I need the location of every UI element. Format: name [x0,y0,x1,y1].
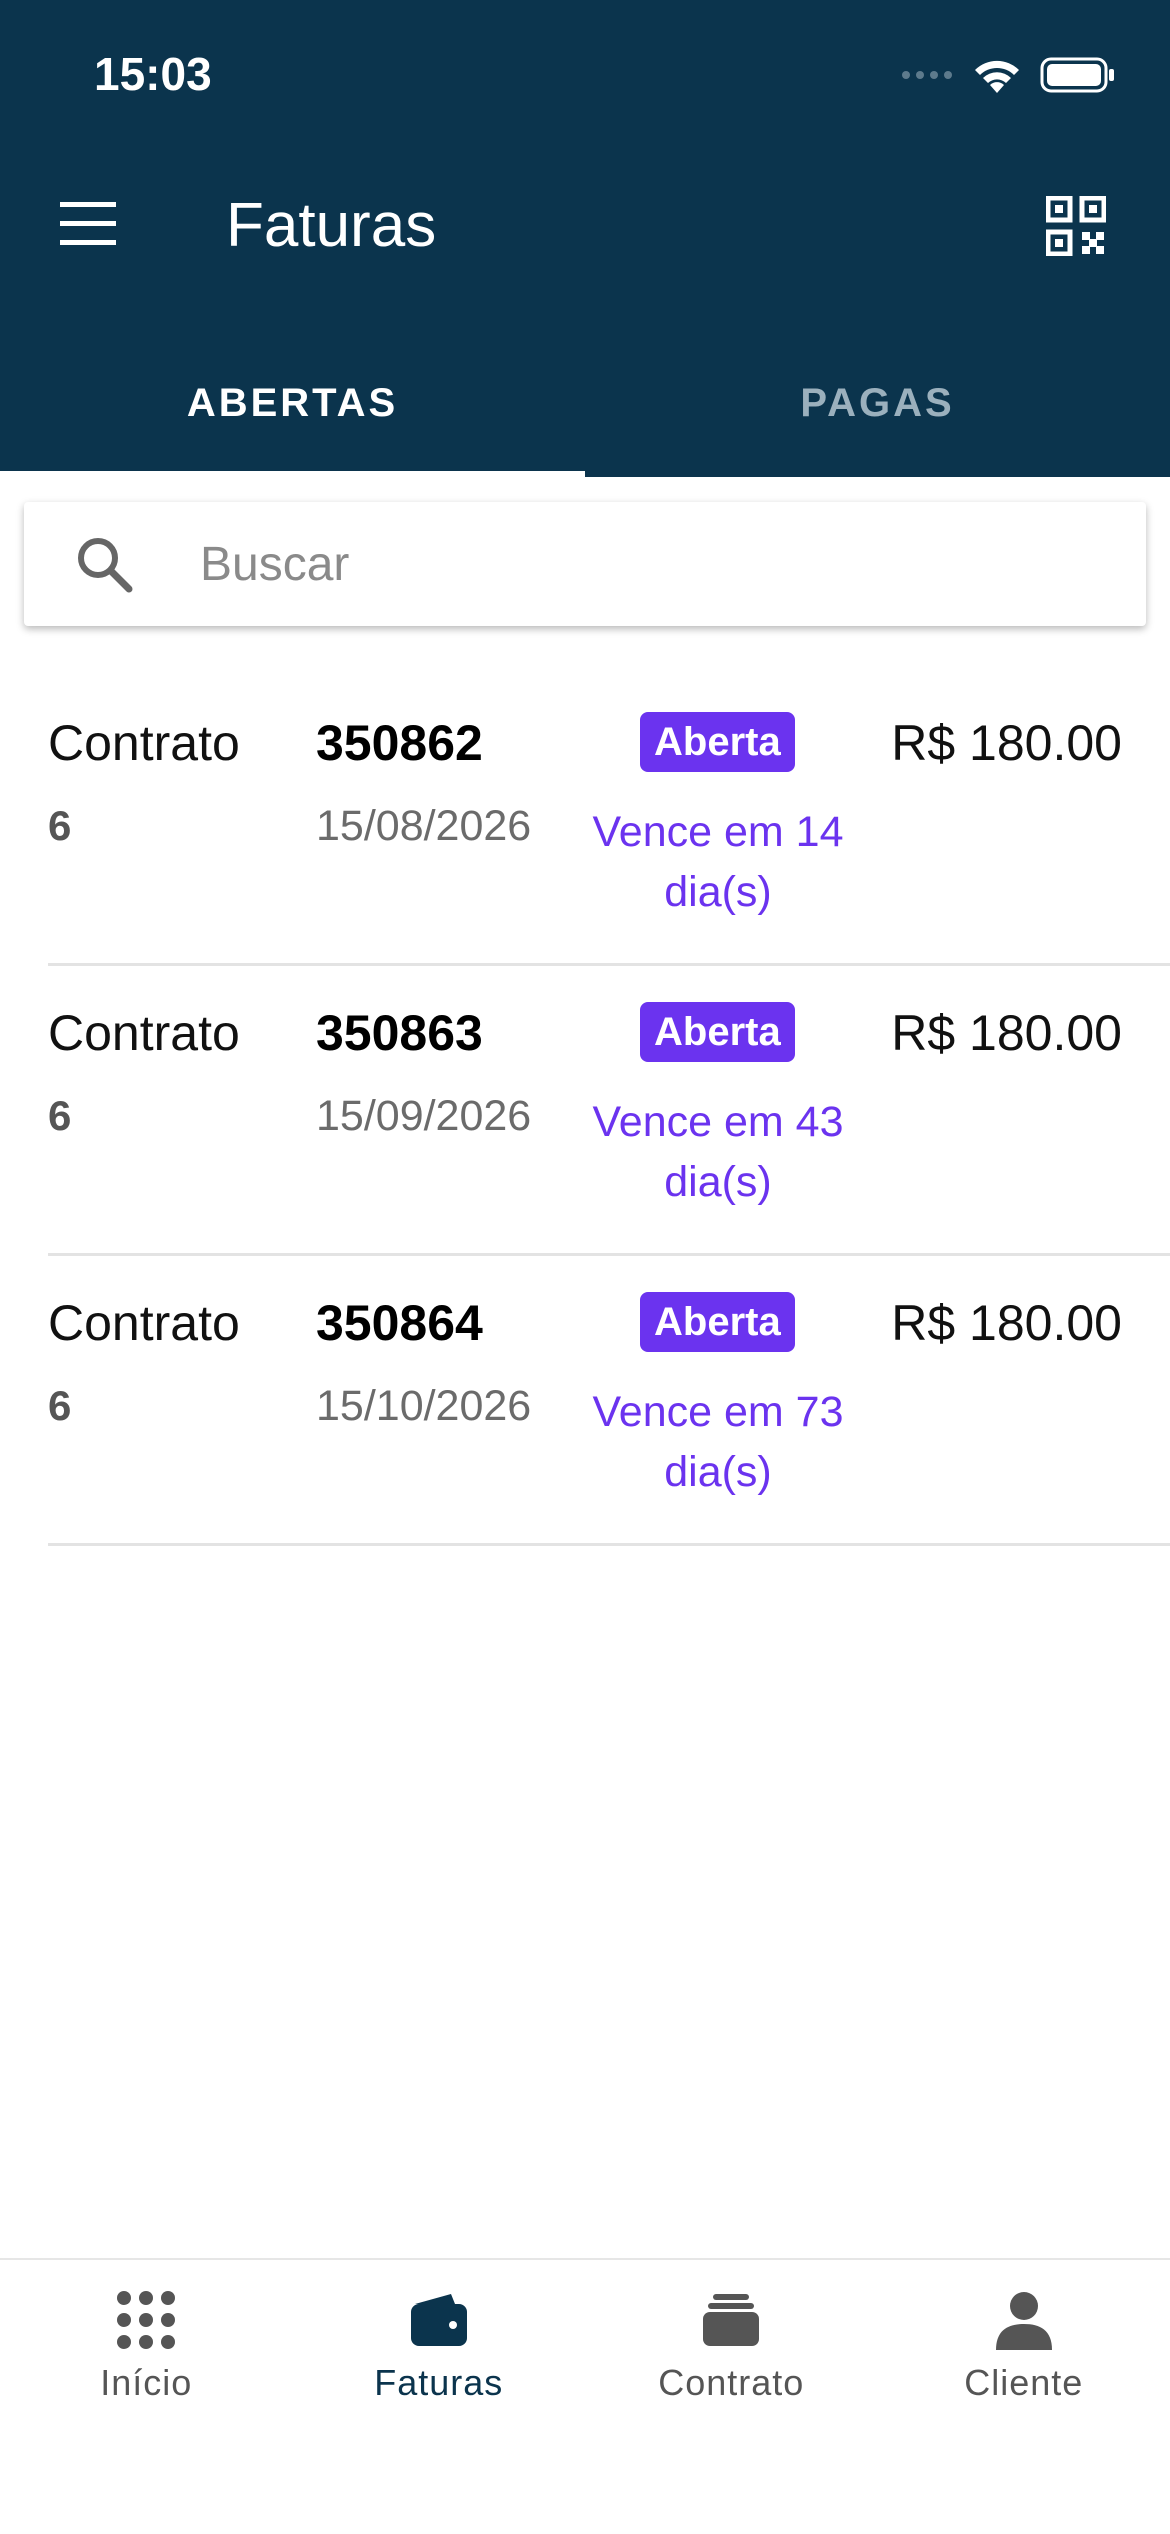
wifi-icon [972,55,1022,95]
invoice-list: Contrato 6 350862 15/08/2026 Aberta Venc… [0,676,1170,1546]
due-countdown: Vence em 73 dia(s) [570,1382,866,1502]
nav-item-faturas[interactable]: Faturas [293,2260,586,2534]
due-countdown-line2: dia(s) [570,1152,866,1212]
contract-label: Contrato [48,1294,240,1352]
due-countdown-line1: Vence em 14 [570,802,866,862]
stack-icon [699,2288,763,2352]
due-countdown-line1: Vence em 43 [570,1092,866,1152]
invoice-due-date: 15/08/2026 [316,802,531,851]
search-icon [74,534,134,594]
invoice-id: 350863 [316,1004,483,1062]
nav-label-cliente: Cliente [964,2362,1083,2404]
due-countdown: Vence em 43 dia(s) [570,1092,866,1212]
tab-pagas[interactable]: PAGAS [585,340,1170,477]
invoice-id: 350864 [316,1294,483,1352]
bottom-navigation: Início Faturas Contrato Cliente [0,2258,1170,2534]
row-divider [48,1543,1170,1546]
tab-pagas-label: PAGAS [800,381,954,426]
qr-code-icon[interactable] [1046,196,1106,256]
contract-number: 6 [48,1382,71,1430]
search-input[interactable] [198,523,1102,605]
person-icon [992,2288,1056,2352]
nav-label-inicio: Início [100,2362,192,2404]
invoice-amount: R$ 180.00 [891,1004,1122,1062]
status-indicators [900,52,1116,98]
nav-label-faturas: Faturas [374,2362,503,2404]
invoice-due-date: 15/09/2026 [316,1092,531,1141]
due-countdown-line1: Vence em 73 [570,1382,866,1442]
status-time: 15:03 [94,46,212,102]
invoice-row[interactable]: Contrato 6 350862 15/08/2026 Aberta Venc… [0,676,1170,966]
invoice-id: 350862 [316,714,483,772]
invoice-row[interactable]: Contrato 6 350864 15/10/2026 Aberta Venc… [0,1256,1170,1546]
status-badge: Aberta [640,1002,795,1062]
invoice-amount: R$ 180.00 [891,714,1122,772]
tab-abertas-label: ABERTAS [187,381,398,426]
invoice-amount: R$ 180.00 [891,1294,1122,1352]
status-badge: Aberta [640,712,795,772]
battery-icon [1040,55,1116,95]
nav-label-contrato: Contrato [658,2362,804,2404]
nav-item-cliente[interactable]: Cliente [878,2260,1170,2534]
nav-item-inicio[interactable]: Início [0,2260,293,2534]
wallet-icon [407,2288,471,2352]
due-countdown-line2: dia(s) [570,862,866,922]
invoice-due-date: 15/10/2026 [316,1382,531,1431]
due-countdown: Vence em 14 dia(s) [570,802,866,922]
hamburger-menu-icon[interactable] [56,196,122,252]
active-tab-indicator [0,471,585,477]
nav-item-contrato[interactable]: Contrato [585,2260,878,2534]
invoice-row[interactable]: Contrato 6 350863 15/09/2026 Aberta Venc… [0,966,1170,1256]
grid-dots-icon [114,2288,178,2352]
page-title: Faturas [226,190,436,262]
tab-abertas[interactable]: ABERTAS [0,340,585,477]
signal-icon [900,68,954,82]
status-badge: Aberta [640,1292,795,1352]
due-countdown-line2: dia(s) [570,1442,866,1502]
contract-number: 6 [48,1092,71,1140]
search-bar [24,502,1146,626]
invoice-tabs: ABERTAS PAGAS [0,340,1170,477]
contract-number: 6 [48,802,71,850]
app-header: 15:03 Faturas [0,0,1170,477]
contract-label: Contrato [48,1004,240,1062]
contract-label: Contrato [48,714,240,772]
